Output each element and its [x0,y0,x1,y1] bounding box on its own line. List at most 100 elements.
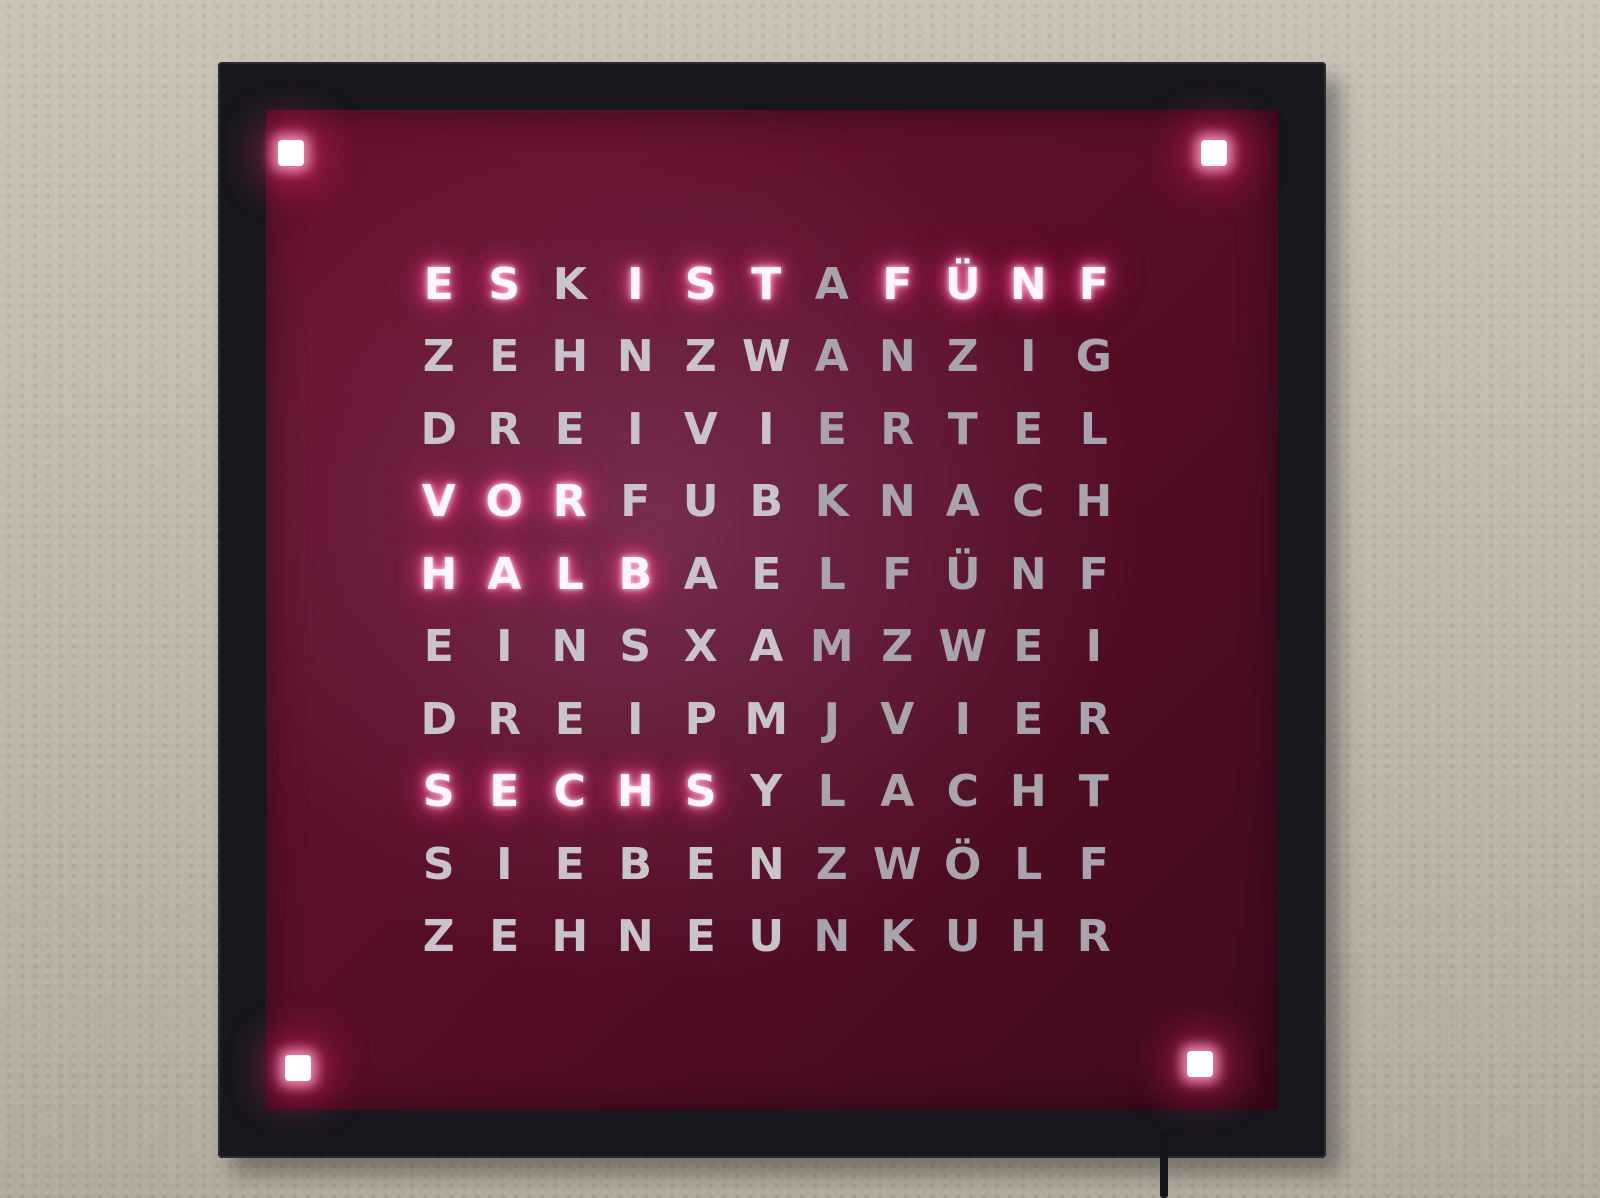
letter-cell: U [682,476,719,528]
letter-cell: Z [946,331,979,383]
letter-cell: L [1079,403,1108,455]
letter-cell: W [938,621,988,673]
letter-cell: B [618,838,653,890]
corner-led-bottom-left [285,1055,311,1081]
letter-cell: R [1076,911,1111,963]
letter-cell: E [423,621,454,673]
letter-cell: E [816,403,847,455]
corner-led-bottom-right [1187,1051,1213,1077]
letter-cell: A [814,258,849,310]
letter-cell: N [551,621,589,673]
letter-cell: S [422,766,455,818]
letter-cell: H [551,911,589,963]
letter-cell: I [496,838,513,890]
letter-cell: I [758,403,775,455]
letter-cell: F [1078,838,1109,890]
letter-cell: F [1078,548,1109,600]
letter-cell: V [421,476,456,528]
letter-cell: H [1075,476,1113,528]
letter-cell: K [552,258,587,310]
letter-cell: F [1078,258,1109,310]
letter-cell: A [880,766,915,818]
letter-cell: Z [422,911,455,963]
letter-cell: R [487,403,522,455]
letter-cell: I [627,693,644,745]
letter-cell: R [880,403,915,455]
letter-cell: M [809,621,854,673]
letter-cell: F [620,476,651,528]
letter-cell: Z [422,331,455,383]
letter-cell: G [1075,331,1112,383]
corner-led-top-right [1201,140,1227,166]
corner-led-top-left [278,140,304,166]
letter-cell: S [488,258,521,310]
letter-cell: S [422,838,455,890]
letter-cell: E [554,838,585,890]
letter-cell: N [1009,548,1047,600]
letter-cell: N [616,331,654,383]
letter-cell: E [751,548,782,600]
letter-cell: N [878,331,916,383]
letter-cell: U [748,911,785,963]
letter-cell: D [420,693,458,745]
letter-cell: A [487,548,522,600]
letter-cell: C [1012,476,1045,528]
letter-cell: M [744,693,789,745]
letter-cell: E [489,331,520,383]
letter-cell: N [813,911,851,963]
letter-cell: H [1009,766,1047,818]
letter-cell: C [553,766,586,818]
letter-cell: H [551,331,589,383]
letter-cell: N [616,911,654,963]
letter-cell: F [882,258,913,310]
letter-cell: Z [881,621,914,673]
letter-cell: D [420,403,458,455]
letter-cell: L [555,548,584,600]
letter-cell: S [684,766,717,818]
letter-cell: I [1020,331,1037,383]
letter-cell: C [946,766,979,818]
letter-cell: E [554,693,585,745]
letter-cell: L [817,548,846,600]
letter-cell: S [619,621,652,673]
letter-cell: E [489,766,520,818]
letter-cell: E [685,838,716,890]
letter-cell: Z [684,331,717,383]
letter-cell: Z [815,838,848,890]
letter-cell: X [683,621,718,673]
letter-cell: N [747,838,785,890]
letter-cell: B [749,476,784,528]
letter-cell: E [1013,403,1044,455]
letter-cell: T [751,258,782,310]
letter-cell: L [1014,838,1043,890]
letter-cell: A [945,476,980,528]
letter-cell: H [1009,911,1047,963]
power-cable [1160,1130,1168,1198]
letter-cell: K [880,911,915,963]
letter-cell: E [554,403,585,455]
letter-cell: W [741,331,791,383]
letter-cell: N [878,476,916,528]
letter-cell: R [487,693,522,745]
letter-cell: B [618,548,653,600]
letter-cell: K [814,476,849,528]
letter-cell: I [627,403,644,455]
letter-cell: A [749,621,784,673]
letter-cell: E [1013,693,1044,745]
letter-cell: Ö [944,838,982,890]
letter-cell: I [496,621,513,673]
letter-cell: S [684,258,717,310]
letter-cell: R [552,476,587,528]
letter-cell: H [420,548,458,600]
letter-cell: H [616,766,654,818]
letter-cell: I [1085,621,1102,673]
letter-cell: V [683,403,718,455]
letter-cell: L [817,766,846,818]
letter-cell: R [1076,693,1111,745]
letter-cell: T [947,403,978,455]
letter-cell: W [872,838,922,890]
letter-cell: E [685,911,716,963]
letter-cell: I [954,693,971,745]
letter-cell: Ü [944,548,981,600]
letter-cell: V [880,693,915,745]
